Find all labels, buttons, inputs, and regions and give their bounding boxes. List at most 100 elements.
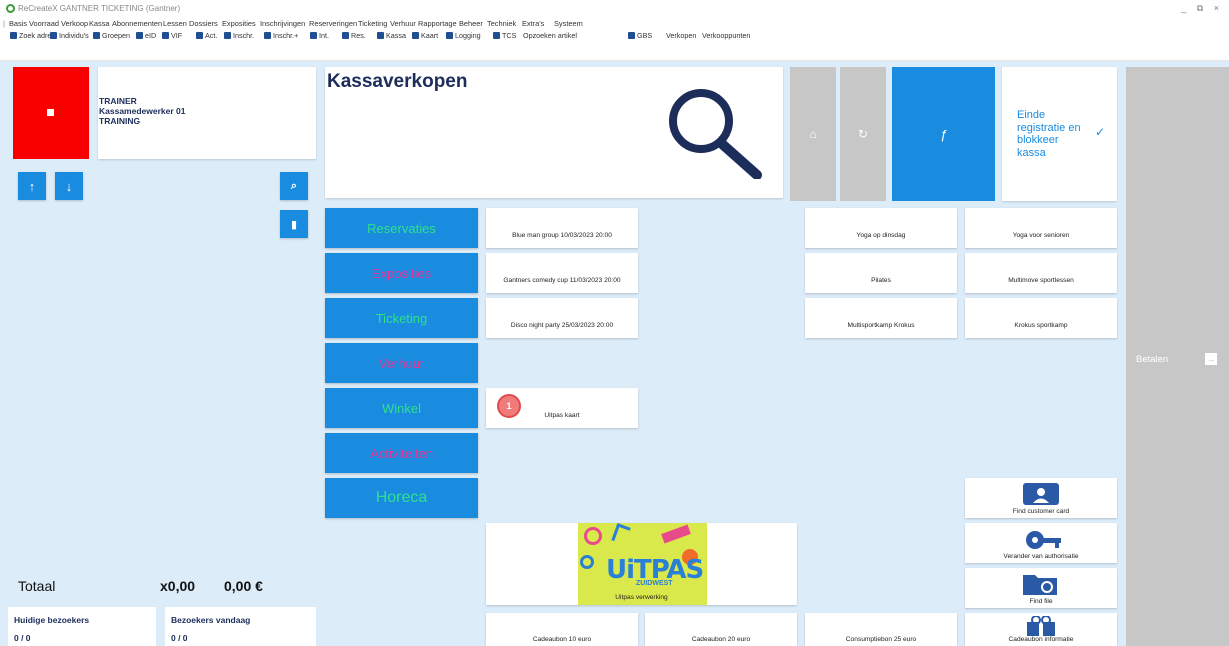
- category-label: Activiteiten: [370, 445, 433, 461]
- category-winkel[interactable]: Winkel: [325, 388, 478, 428]
- menu-item-systeem[interactable]: Systeem: [554, 19, 583, 28]
- toolbar-act[interactable]: Act.: [196, 31, 217, 40]
- menu-item-basis[interactable]: Basis: [9, 19, 27, 28]
- find-file-button[interactable]: Find file: [965, 568, 1117, 608]
- gbs-icon: [628, 32, 635, 39]
- product-tile[interactable]: Pilates: [805, 253, 957, 293]
- menu-item-dossiers[interactable]: Dossiers: [189, 19, 218, 28]
- vif-icon: [162, 32, 169, 39]
- category-horeca[interactable]: Horeca: [325, 478, 478, 518]
- folder-search-icon: [1023, 575, 1057, 595]
- menu-item-exposities[interactable]: Exposities: [222, 19, 256, 28]
- category-reservaties[interactable]: Reservaties: [325, 208, 478, 248]
- person-icon: [50, 32, 57, 39]
- toolbar-inschr[interactable]: Inschr.: [224, 31, 254, 40]
- product-tile[interactable]: Yoga op dinsdag: [805, 208, 957, 248]
- id-card-icon: [136, 32, 143, 39]
- menu-item-techniek[interactable]: Techniek: [487, 19, 516, 28]
- toolbar-eid[interactable]: eID: [136, 31, 156, 40]
- toolbar-verkooppunten[interactable]: Verkooppunten: [702, 31, 750, 40]
- registration-icon: [224, 32, 231, 39]
- menu-bar: | Basis Voorraad Verkoop Kassa Abonnemen…: [3, 19, 583, 28]
- menu-item-rapportage[interactable]: Rapportage: [418, 19, 457, 28]
- toolbar-opzoeken-artikel[interactable]: Opzoeken artikel: [523, 31, 577, 40]
- card-icon: [412, 32, 419, 39]
- toolbar-int[interactable]: Int.: [310, 31, 329, 40]
- product-tile[interactable]: Yoga voor senioren: [965, 208, 1117, 248]
- pay-button[interactable]: Betalen →: [1126, 67, 1229, 646]
- category-activiteiten[interactable]: Activiteiten: [325, 433, 478, 473]
- menu-item-reserveringen[interactable]: Reserveringen: [309, 19, 357, 28]
- search-icon[interactable]: [665, 83, 765, 179]
- product-tile[interactable]: Consumptiebon 25 euro: [805, 613, 957, 646]
- lock-button[interactable]: [13, 67, 89, 159]
- category-ticketing[interactable]: Ticketing: [325, 298, 478, 338]
- header-card: Kassaverkopen: [325, 67, 783, 198]
- quantity-badge: 1: [497, 394, 521, 418]
- product-tile[interactable]: Multimove sportlessen: [965, 253, 1117, 293]
- delete-line-button[interactable]: ▮: [280, 210, 308, 238]
- product-tile[interactable]: Krokus sportkamp: [965, 298, 1117, 338]
- function-icon: ƒ: [939, 126, 948, 142]
- category-verhuur[interactable]: Verhuur: [325, 343, 478, 383]
- menu-item-voorraad[interactable]: Voorraad: [29, 19, 59, 28]
- toolbar-inschr-plus[interactable]: Inschr.+: [264, 31, 298, 40]
- scroll-up-button[interactable]: ↑: [18, 172, 46, 200]
- scroll-down-button[interactable]: ↓: [55, 172, 83, 200]
- category-label: Reservaties: [367, 220, 436, 236]
- check-icon: ✓: [1094, 125, 1105, 139]
- menu-item-ticketing[interactable]: Ticketing: [358, 19, 387, 28]
- toolbar: Zoek adres Individu's Groepen eID VIF Ac…: [0, 31, 1229, 61]
- toolbar-verkopen[interactable]: Verkopen: [666, 31, 696, 40]
- menu-item-extras[interactable]: Extra's: [522, 19, 544, 28]
- toolbar-gbs[interactable]: GBS: [628, 31, 652, 40]
- window-controls[interactable]: _ ⧉ ×: [1181, 3, 1223, 14]
- toolbar-logging[interactable]: Logging: [446, 31, 481, 40]
- product-tile[interactable]: Cadeaubon 20 euro: [645, 613, 797, 646]
- product-tile[interactable]: Gantners comedy cup 11/03/2023 20:00: [486, 253, 638, 293]
- toolbar-zoek-adres[interactable]: Zoek adres: [10, 31, 55, 40]
- product-tile[interactable]: Multisportkamp Krokus: [805, 298, 957, 338]
- category-label: Horeca: [375, 489, 428, 506]
- window-title: ReCreateX GANTNER TICKETING (Gantner): [18, 4, 181, 13]
- menu-item-abonnementen[interactable]: Abonnementen: [112, 19, 162, 28]
- menu-item-beheer[interactable]: Beheer: [459, 19, 483, 28]
- toolbar-groepen[interactable]: Groepen: [93, 31, 130, 40]
- arrow-right-icon: →: [1205, 353, 1217, 365]
- end-registration-button[interactable]: Einde registratie en blokkeer kassa ✓: [1002, 67, 1117, 201]
- product-tile[interactable]: Cadeaubon 10 euro: [486, 613, 638, 646]
- home-button[interactable]: ⌂: [790, 67, 836, 201]
- current-visitors-value: 0 / 0: [14, 633, 31, 643]
- menu-item-inschrijvingen[interactable]: Inschrijvingen: [260, 19, 305, 28]
- search-line-button[interactable]: ⌕: [280, 172, 308, 200]
- voucher-info-button[interactable]: Cadeaubon informatie: [965, 613, 1117, 646]
- toolbar-individus[interactable]: Individu's: [50, 31, 89, 40]
- current-visitors: Huidige bezoekers 0 / 0: [8, 607, 156, 646]
- menu-item-lessen[interactable]: Lessen: [163, 19, 187, 28]
- home-icon: ⌂: [809, 127, 817, 141]
- toolbar-vif[interactable]: VIF: [162, 31, 182, 40]
- toolbar-kaart[interactable]: Kaart: [412, 31, 438, 40]
- menu-item-verkoop[interactable]: Verkoop: [61, 19, 88, 28]
- today-visitors-label: Bezoekers vandaag: [171, 615, 251, 625]
- user-mode: TRAINING: [99, 116, 141, 126]
- category-exposities[interactable]: Exposities: [325, 253, 478, 293]
- uitpas-processing-label: Uitpas verwerking: [615, 594, 668, 601]
- current-visitors-label: Huidige bezoekers: [14, 615, 90, 625]
- menu-item-kassa[interactable]: Kassa: [89, 19, 110, 28]
- menu-item-verhuur[interactable]: Verhuur: [390, 19, 416, 28]
- toolbar-tcs[interactable]: TCS: [493, 31, 516, 40]
- product-tile[interactable]: Blue man group 10/03/2023 20:00: [486, 208, 638, 248]
- refresh-button[interactable]: ↻: [840, 67, 886, 201]
- find-customer-card-button[interactable]: Find customer card: [965, 478, 1117, 518]
- product-tile[interactable]: Disco night party 25/03/2023 20:00: [486, 298, 638, 338]
- interest-icon: [310, 32, 317, 39]
- user-info: TRAINER Kassamedewerker 01 TRAINING: [99, 96, 185, 126]
- change-authorization-button[interactable]: Verander van authorisatie: [965, 523, 1117, 563]
- function-button[interactable]: ƒ: [892, 67, 995, 201]
- toolbar-res[interactable]: Res.: [342, 31, 366, 40]
- uitpas-processing-tile[interactable]: UiTPAS ZUIDWEST Uitpas verwerking: [486, 523, 797, 605]
- toolbar-kassa[interactable]: Kassa: [377, 31, 406, 40]
- uitpas-logo-image: UiTPAS ZUIDWEST: [578, 523, 707, 605]
- logging-icon: [446, 32, 453, 39]
